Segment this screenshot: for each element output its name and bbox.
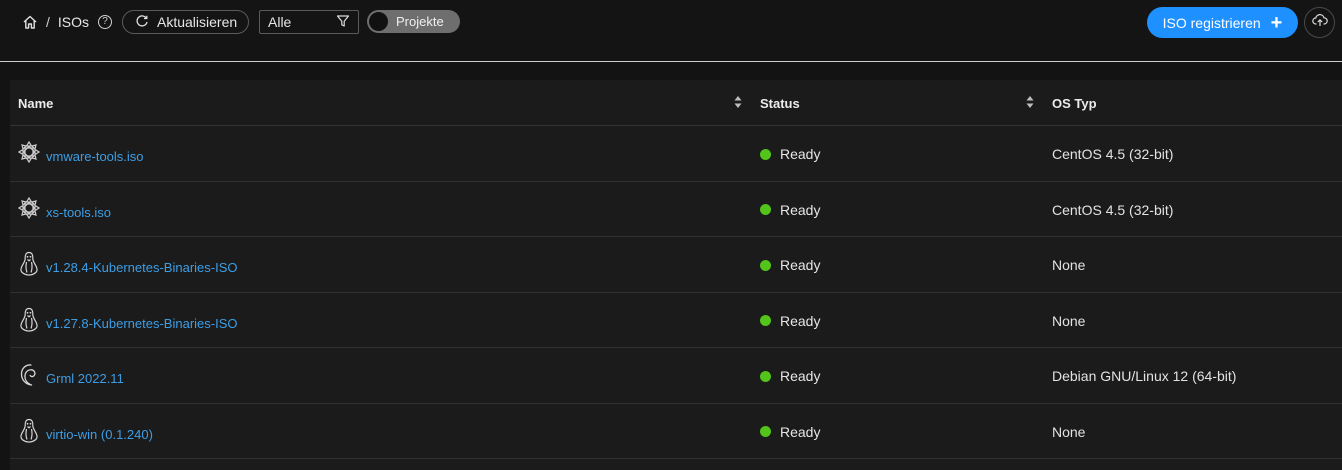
refresh-icon [135, 14, 149, 31]
breadcrumb-separator: / [46, 14, 50, 30]
status-cell: Ready [760, 146, 820, 162]
status-cell: Ready [760, 257, 820, 273]
ostype-cell: CentOS 4.5 (32-bit) [1052, 201, 1174, 218]
iso-table: Name Status OS Typ vmware-tools.iso Read… [10, 80, 1342, 470]
column-header-ostype[interactable]: OS Typ [1052, 80, 1097, 126]
status-dot [760, 204, 771, 215]
name-cell: virtio-win (0.1.240) [18, 418, 153, 444]
sort-icon[interactable] [734, 95, 742, 114]
ostype-cell: CentOS 4.5 (32-bit) [1052, 146, 1174, 162]
status-dot [760, 370, 771, 382]
table-row: Grml 2022.11 Ready Debian GNU/Linux 12 (… [10, 348, 1342, 404]
breadcrumb-current: ISOs [57, 14, 90, 30]
table-row: v1.27.8-Kubernetes-Binaries-ISO Ready No… [10, 293, 1342, 348]
iso-name-link[interactable]: v1.27.8-Kubernetes-Binaries-ISO [46, 316, 237, 333]
ostype-cell: Debian GNU/Linux 12 (64-bit) [1052, 368, 1237, 384]
help-icon[interactable]: ? [98, 15, 113, 29]
iso-name-link[interactable]: virtio-win (0.1.240) [46, 427, 153, 444]
table-row: vmware-tools.iso Ready CentOS 4.5 (32-bi… [10, 126, 1342, 182]
projects-toggle[interactable]: Projekte [367, 10, 460, 33]
status-cell: Ready [760, 368, 820, 384]
toggle-label: Projekte [396, 14, 444, 29]
table-row: virtio-win (0.1.240) Ready None [10, 404, 1342, 459]
ostype-cell: None [1052, 423, 1086, 440]
status-cell: Ready [760, 424, 820, 440]
filter-icon [336, 14, 350, 31]
name-cell: vmware-tools.iso [18, 140, 144, 166]
table-row: v1.28.4-Kubernetes-Binaries-ISO Ready No… [10, 237, 1342, 293]
register-label: ISO registrieren [1162, 14, 1261, 31]
ostype-cell: None [1052, 312, 1086, 329]
status-text: Ready [780, 312, 821, 329]
status-text: Ready [780, 201, 821, 218]
status-dot [760, 148, 771, 160]
register-iso-button[interactable]: ISO registrieren + [1147, 7, 1298, 38]
status-text: Ready [780, 146, 821, 162]
refresh-label: Aktualisieren [157, 14, 238, 30]
plus-icon: + [1270, 11, 1283, 34]
status-text: Ready [780, 423, 821, 440]
column-header-name[interactable]: Name [18, 80, 53, 126]
status-text: Ready [780, 368, 821, 384]
ostype-cell: None [1052, 257, 1086, 273]
status-cell: Ready [760, 313, 820, 329]
iso-name-link[interactable]: xs-tools.iso [46, 205, 111, 222]
refresh-button[interactable]: Aktualisieren [122, 10, 249, 34]
table-header: Name Status OS Typ [10, 80, 1342, 126]
name-cell: xs-tools.iso [18, 196, 111, 222]
status-text: Ready [780, 257, 821, 273]
centos-icon [18, 140, 40, 164]
debian-swirl-icon [20, 364, 36, 386]
status-dot [760, 426, 771, 437]
home-icon[interactable] [22, 14, 38, 30]
status-cell: Ready [760, 202, 820, 218]
iso-name-link[interactable]: v1.28.4-Kubernetes-Binaries-ISO [46, 261, 237, 277]
name-cell: v1.27.8-Kubernetes-Binaries-ISO [18, 307, 237, 333]
toolbar: / ISOs ? Aktualisieren Alle Projekte ISO… [0, 0, 1342, 62]
cloud-upload-icon [1311, 13, 1328, 32]
iso-name-link[interactable]: vmware-tools.iso [46, 150, 144, 166]
filter-select[interactable]: Alle [259, 10, 359, 34]
name-cell: v1.28.4-Kubernetes-Binaries-ISO [18, 251, 237, 277]
filter-value: Alle [268, 14, 292, 30]
upload-button[interactable] [1304, 7, 1335, 38]
status-dot [760, 259, 771, 271]
iso-name-link[interactable]: Grml 2022.11 [46, 372, 124, 388]
linux-tux-icon [20, 418, 38, 443]
status-dot [760, 315, 771, 326]
linux-tux-icon [20, 251, 38, 276]
name-cell: Grml 2022.11 [18, 362, 124, 388]
breadcrumb: / ISOs ? [22, 10, 113, 34]
table-row: xs-tools.iso Ready CentOS 4.5 (32-bit) [10, 182, 1342, 237]
column-header-status[interactable]: Status [760, 80, 800, 126]
toggle-knob [369, 12, 388, 31]
sort-icon[interactable] [1026, 95, 1034, 114]
centos-icon [18, 196, 40, 219]
linux-tux-icon [20, 307, 38, 332]
